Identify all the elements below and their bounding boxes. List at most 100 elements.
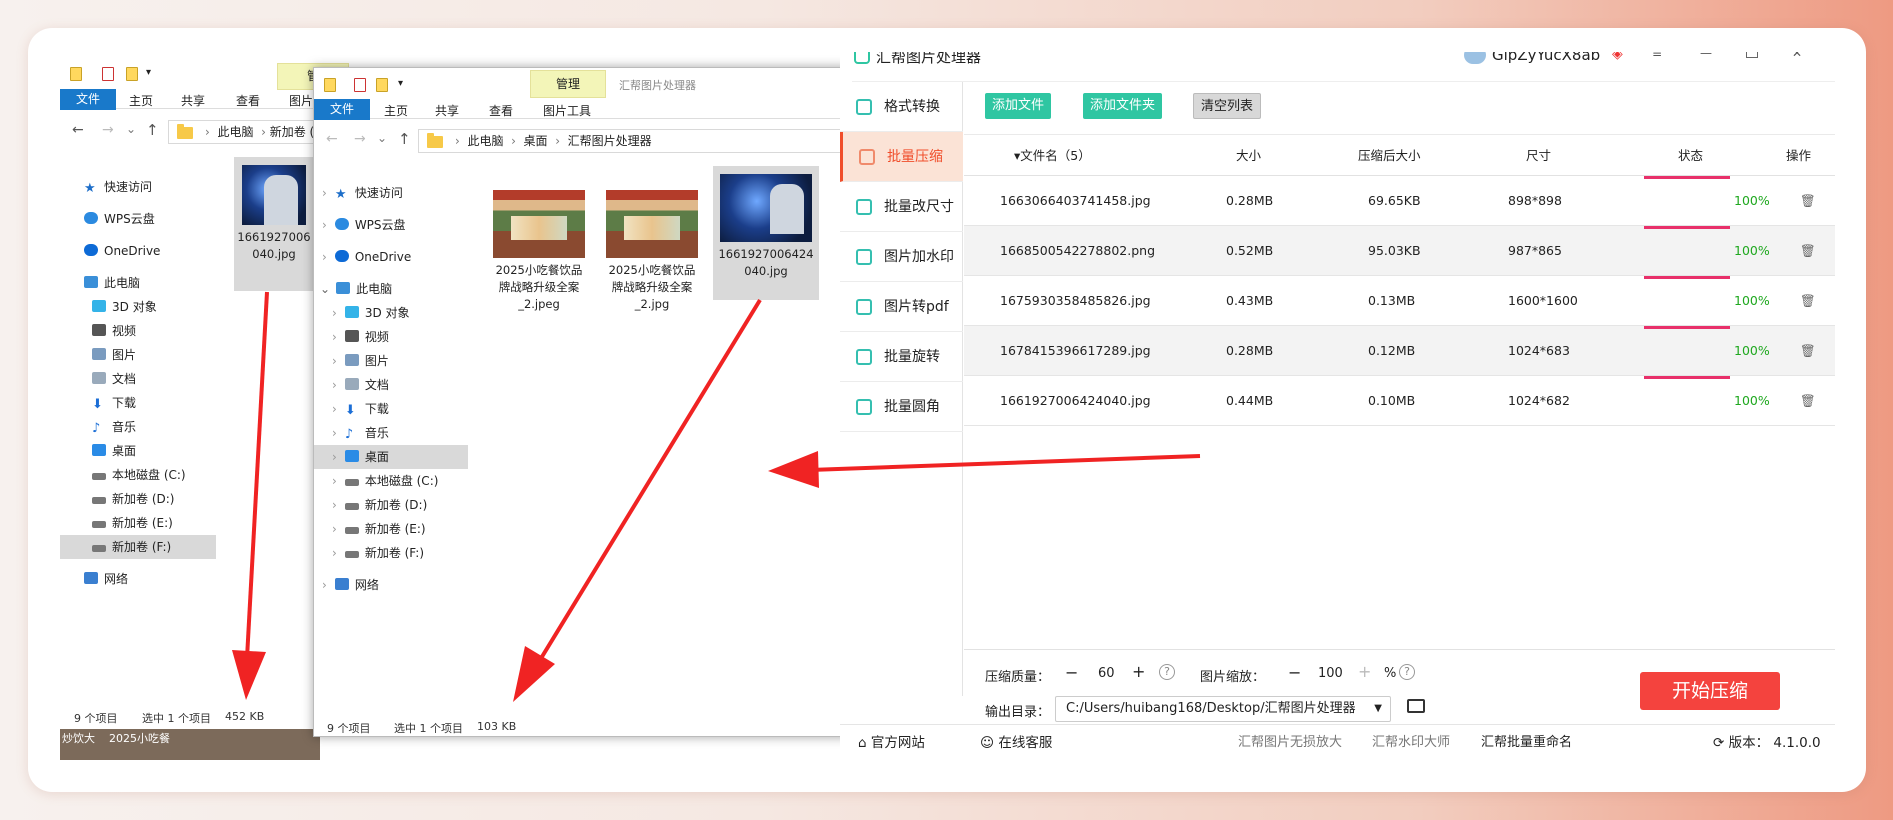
- expand-chevron-icon[interactable]: ›: [332, 426, 337, 440]
- tab-file[interactable]: 文件: [314, 99, 370, 120]
- file-item-selected[interactable]: 1661927006 040.jpg: [234, 157, 314, 291]
- sidebar-item-format-convert[interactable]: 格式转换: [840, 82, 963, 132]
- expand-chevron-icon[interactable]: ›: [332, 450, 337, 464]
- file-item[interactable]: 2025小吃餐饮品 牌战略升级全案 _2.jpeg: [489, 190, 589, 313]
- nav-wps-cloud[interactable]: › WPS云盘: [322, 213, 406, 237]
- expand-chevron-icon[interactable]: ›: [332, 522, 337, 536]
- column-header-name[interactable]: ▾文件名（5）: [1014, 135, 1091, 177]
- tab-picture-tools[interactable]: 图片工具: [543, 102, 591, 119]
- minimize-icon[interactable]: —: [1700, 52, 1712, 60]
- forward-arrow-icon[interactable]: →: [102, 122, 114, 138]
- collapse-chevron-icon[interactable]: ⌄: [320, 282, 330, 296]
- nav-pictures[interactable]: › 图片: [332, 349, 389, 373]
- nav-this-pc[interactable]: ⌄ 此电脑: [320, 277, 392, 301]
- nav-drive-f[interactable]: 新加卷 (F:): [60, 535, 216, 559]
- expand-chevron-icon[interactable]: ›: [332, 498, 337, 512]
- help-icon[interactable]: ?: [1159, 664, 1175, 680]
- recent-dropdown-icon[interactable]: ⌄: [377, 131, 387, 145]
- nav-desktop[interactable]: 桌面: [92, 439, 136, 463]
- delete-icon[interactable]: 🗑: [1800, 176, 1816, 226]
- nav-music[interactable]: ♪ 音乐: [92, 415, 136, 439]
- quality-decrease-button[interactable]: −: [1065, 663, 1078, 682]
- refresh-icon[interactable]: ⟳: [1713, 735, 1724, 751]
- breadcrumb-desktop[interactable]: 桌面: [524, 134, 548, 148]
- delete-icon[interactable]: 🗑: [1800, 226, 1816, 276]
- expand-chevron-icon[interactable]: ›: [332, 378, 337, 392]
- add-file-button[interactable]: 添加文件: [985, 93, 1052, 119]
- back-arrow-icon[interactable]: ←: [326, 131, 338, 147]
- nav-onedrive[interactable]: OneDrive: [84, 239, 160, 263]
- scale-increase-button[interactable]: +: [1358, 662, 1371, 681]
- nav-this-pc[interactable]: 此电脑: [84, 271, 140, 295]
- scale-decrease-button[interactable]: −: [1288, 663, 1301, 682]
- nav-drive-f[interactable]: › 新加卷 (F:): [332, 541, 424, 565]
- menu-icon[interactable]: ≡: [1652, 52, 1662, 60]
- nav-videos[interactable]: 视频: [92, 319, 136, 343]
- tab-picture-tools[interactable]: 图片: [289, 92, 313, 109]
- delete-icon[interactable]: 🗑: [1800, 276, 1816, 326]
- footer-link-upscale[interactable]: 汇帮图片无损放大: [1238, 731, 1342, 750]
- nav-drive-e[interactable]: › 新加卷 (E:): [332, 517, 426, 541]
- expand-chevron-icon[interactable]: ›: [332, 306, 337, 320]
- official-site-link[interactable]: ⌂ 官方网站: [858, 731, 925, 751]
- tab-home[interactable]: 主页: [384, 102, 408, 119]
- new-folder-icon[interactable]: [376, 78, 388, 92]
- context-tab-manage[interactable]: 管理: [530, 70, 606, 98]
- sidebar-item-resize[interactable]: 批量改尺寸: [840, 182, 963, 232]
- expand-chevron-icon[interactable]: ›: [332, 330, 337, 344]
- qat-dropdown-icon[interactable]: ▾: [146, 67, 151, 78]
- nav-drive-c[interactable]: 本地磁盘 (C:): [92, 463, 186, 487]
- new-folder-icon[interactable]: [126, 67, 138, 81]
- online-support-link[interactable]: ☺ 在线客服: [980, 731, 1052, 751]
- nav-3d-objects[interactable]: 3D 对象: [92, 295, 157, 319]
- add-folder-button[interactable]: 添加文件夹: [1083, 93, 1163, 119]
- tab-share[interactable]: 共享: [181, 92, 205, 109]
- sidebar-item-rotate[interactable]: 批量旋转: [840, 332, 963, 382]
- expand-chevron-icon[interactable]: ›: [332, 402, 337, 416]
- recent-dropdown-icon[interactable]: ⌄: [126, 122, 136, 136]
- table-row[interactable]: 1678415396617289.jpg 0.28MB 0.12MB 1024*683…: [964, 326, 1835, 376]
- table-row[interactable]: 1661927006424040.jpg 0.44MB 0.10MB 1024*682…: [964, 376, 1835, 426]
- file-item[interactable]: 2025小吃餐饮品 牌战略升级全案 _2.jpg: [602, 190, 702, 313]
- nav-quick-access[interactable]: › ★ 快速访问: [322, 181, 403, 205]
- tab-share[interactable]: 共享: [435, 102, 459, 119]
- nav-downloads[interactable]: ⬇ 下载: [92, 391, 136, 415]
- sidebar-item-to-pdf[interactable]: 图片转pdf: [840, 282, 963, 332]
- forward-arrow-icon[interactable]: →: [354, 131, 366, 147]
- nav-network[interactable]: › 网络: [322, 573, 379, 597]
- nav-quick-access[interactable]: ★ 快速访问: [84, 175, 152, 199]
- table-row[interactable]: 1668500542278802.png 0.52MB 95.03KB 987*865…: [964, 226, 1835, 276]
- help-icon[interactable]: ?: [1399, 664, 1415, 680]
- expand-chevron-icon[interactable]: ›: [322, 186, 327, 200]
- nav-drive-e[interactable]: 新加卷 (E:): [92, 511, 173, 535]
- sidebar-item-watermark[interactable]: 图片加水印: [840, 232, 963, 282]
- breadcrumb-this-pc[interactable]: 此电脑: [217, 125, 253, 139]
- open-folder-icon[interactable]: [1407, 699, 1425, 713]
- breadcrumb-this-pc[interactable]: 此电脑: [467, 134, 503, 148]
- avatar[interactable]: [1464, 52, 1486, 64]
- file-item-selected[interactable]: 1661927006424 040.jpg: [713, 166, 819, 300]
- up-arrow-icon[interactable]: ↑: [398, 130, 411, 148]
- expand-chevron-icon[interactable]: ›: [322, 578, 327, 592]
- output-path-select[interactable]: C:/Users/huibang168/Desktop/汇帮图片处理器 ▼: [1055, 696, 1391, 722]
- nav-documents[interactable]: 文档: [92, 367, 136, 391]
- properties-icon[interactable]: [354, 78, 366, 92]
- maximize-icon[interactable]: [1746, 52, 1758, 58]
- nav-pictures[interactable]: 图片: [92, 343, 136, 367]
- tab-file[interactable]: 文件: [60, 89, 116, 110]
- expand-chevron-icon[interactable]: ›: [332, 354, 337, 368]
- sidebar-item-batch-compress[interactable]: 批量压缩: [840, 132, 963, 182]
- nav-wps-cloud[interactable]: WPS云盘: [84, 207, 155, 231]
- nav-documents[interactable]: › 文档: [332, 373, 389, 397]
- sidebar-item-round-corner[interactable]: 批量圆角: [840, 382, 963, 432]
- tab-view[interactable]: 查看: [489, 102, 513, 119]
- tab-view[interactable]: 查看: [236, 92, 260, 109]
- expand-chevron-icon[interactable]: ›: [322, 218, 327, 232]
- scale-value[interactable]: 100: [1318, 666, 1343, 681]
- expand-chevron-icon[interactable]: ›: [322, 250, 327, 264]
- expand-chevron-icon[interactable]: ›: [332, 546, 337, 560]
- nav-drive-d[interactable]: 新加卷 (D:): [92, 487, 174, 511]
- table-row[interactable]: 1663066403741458.jpg 0.28MB 69.65KB 898*898…: [964, 176, 1835, 226]
- start-compress-button[interactable]: 开始压缩: [1640, 672, 1780, 710]
- quality-increase-button[interactable]: +: [1132, 662, 1145, 681]
